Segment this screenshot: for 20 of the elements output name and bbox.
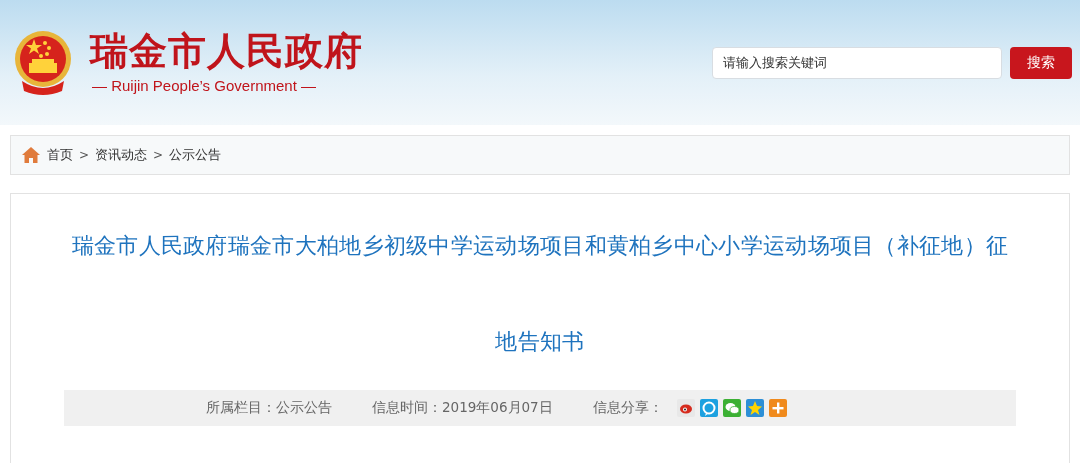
meta-text: 所属栏目：公示公告: [206, 399, 332, 417]
search-field[interactable]: 请输入搜索关键词: [712, 46, 1002, 79]
site-subtitle: — Ruijin People’s Government —: [91, 76, 317, 94]
breadcrumb-separator: >: [153, 148, 164, 162]
breadcrumb-link[interactable]: 首页: [47, 146, 73, 164]
eye-icon[interactable]: [676, 399, 695, 417]
meta-text: 信息分享：: [592, 399, 663, 417]
breadcrumb-link[interactable]: 公示公告: [169, 146, 222, 164]
search-button[interactable]: 搜索: [1010, 46, 1072, 79]
breadcrumb-separator: >: [79, 148, 90, 162]
chat-bubble-icon[interactable]: [699, 399, 718, 417]
meta-text: 信息时间：2019年06月07日: [372, 399, 553, 417]
home-icon[interactable]: [21, 146, 41, 164]
speech-bubbles-icon[interactable]: [722, 399, 741, 417]
site-title[interactable]: 瑞金市人民政府: [90, 31, 363, 73]
article-title: 瑞金市人民政府瑞金市大柏地乡初级中学运动场项目和黄柏乡中心小学运动场项目（补征地）征地告知书: [70, 232, 1010, 356]
breadcrumb-link[interactable]: 资讯动态: [95, 146, 148, 164]
emblem-drawing: [12, 28, 74, 97]
plus-icon[interactable]: [768, 399, 787, 417]
star-icon[interactable]: [745, 399, 764, 417]
